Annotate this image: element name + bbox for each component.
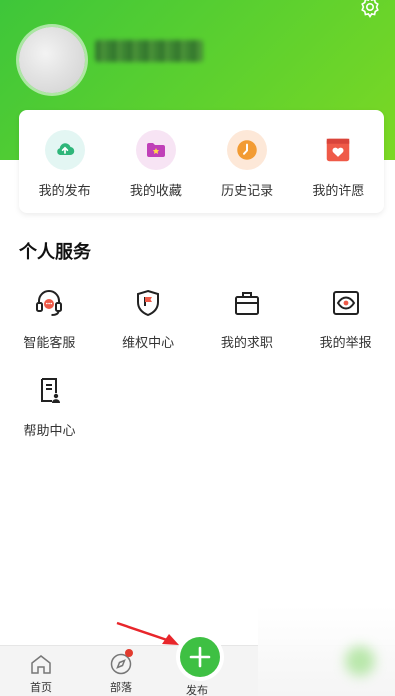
tab-label: 首页 xyxy=(30,681,52,694)
heart-card-icon xyxy=(318,130,359,170)
avatar[interactable] xyxy=(19,27,85,93)
plus-icon xyxy=(189,646,211,668)
home-icon xyxy=(31,655,51,674)
annotation-arrow xyxy=(116,621,179,645)
customer-service-icon xyxy=(34,288,64,318)
service-label: 智能客服 xyxy=(23,336,76,351)
quick-action-label: 我的发布 xyxy=(38,184,91,199)
clock-icon xyxy=(227,130,268,170)
notification-badge xyxy=(125,649,133,657)
service-customer-support[interactable]: 智能客服 xyxy=(0,288,99,376)
service-label: 维权中心 xyxy=(122,336,175,351)
tab-label-publish: 发布 xyxy=(186,684,208,696)
upload-cloud-icon xyxy=(44,130,85,170)
quick-action-history[interactable]: 历史记录 xyxy=(207,130,287,199)
blurred-tab-icon xyxy=(345,646,375,676)
section-title-personal-services: 个人服务 xyxy=(19,242,91,263)
gear-icon xyxy=(361,0,379,19)
quick-action-my-posts[interactable]: 我的发布 xyxy=(25,130,105,199)
service-my-reports[interactable]: 我的举报 xyxy=(296,288,395,376)
quick-action-label: 我的许愿 xyxy=(312,184,365,199)
services-grid: 智能客服 维权中心 我的求职 我的举报 帮助中心 xyxy=(0,288,395,464)
briefcase-icon xyxy=(232,288,262,318)
service-my-jobs[interactable]: 我的求职 xyxy=(198,288,297,376)
service-label: 我的求职 xyxy=(220,336,273,351)
quick-action-my-favorites[interactable]: 我的收藏 xyxy=(116,130,196,199)
help-document-icon xyxy=(35,376,65,406)
eye-report-icon xyxy=(331,288,361,318)
service-label: 我的举报 xyxy=(319,336,372,351)
star-folder-icon xyxy=(135,130,176,170)
tab-home[interactable]: 首页 xyxy=(11,646,71,695)
service-rights-center[interactable]: 维权中心 xyxy=(99,288,198,376)
quick-action-label: 我的收藏 xyxy=(129,184,182,199)
settings-button[interactable] xyxy=(357,0,383,20)
quick-actions-card: 我的发布 我的收藏 历史记录 我的许愿 xyxy=(19,110,384,213)
username-redacted[interactable] xyxy=(95,40,203,62)
publish-button[interactable] xyxy=(180,637,220,677)
quick-action-label: 历史记录 xyxy=(221,184,274,199)
quick-action-wishes[interactable]: 我的许愿 xyxy=(298,130,378,199)
service-label: 帮助中心 xyxy=(23,424,76,439)
tab-label: 部落 xyxy=(110,681,132,694)
blurred-overlay xyxy=(258,605,395,696)
tab-tribe[interactable]: 部落 xyxy=(91,646,151,695)
shield-flag-icon xyxy=(133,288,163,318)
service-help-center[interactable]: 帮助中心 xyxy=(0,376,99,464)
